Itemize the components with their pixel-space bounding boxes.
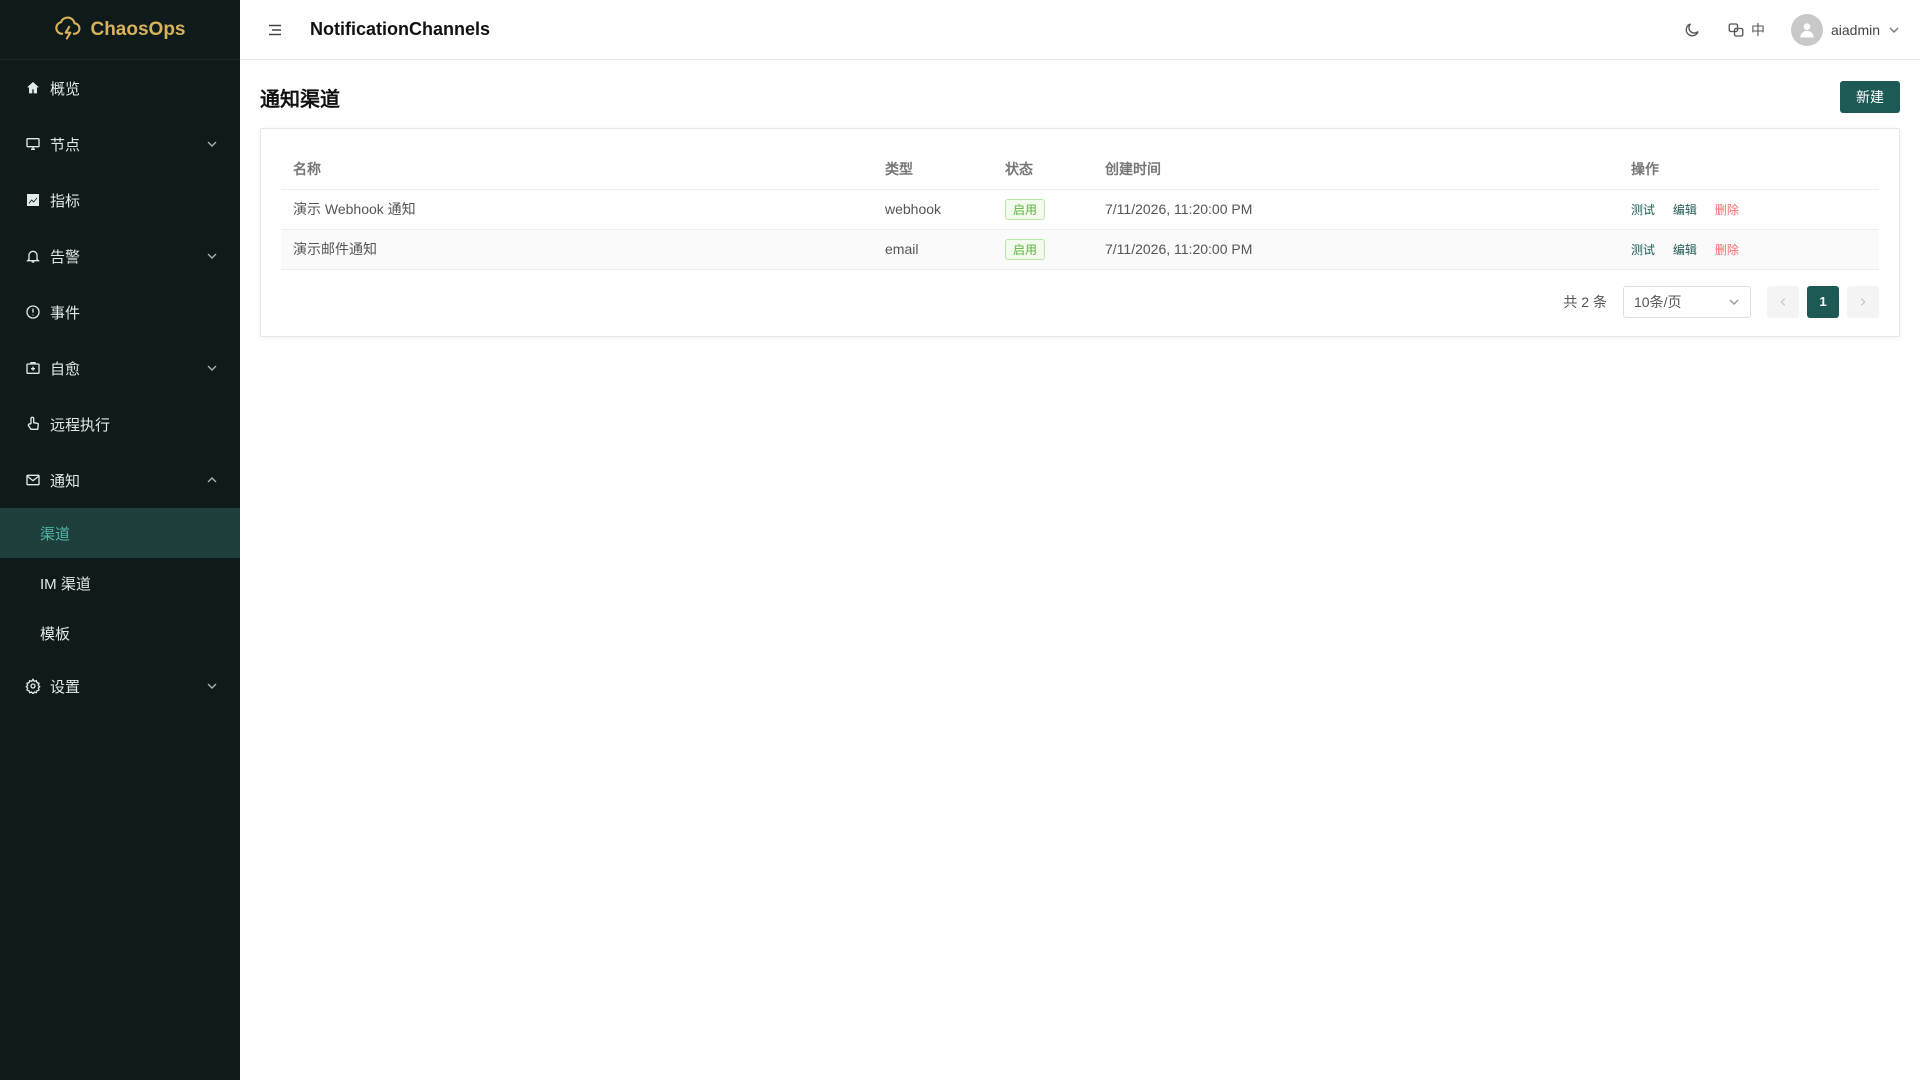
sidebar-item-alerts[interactable]: 告警: [0, 228, 240, 284]
chevron-down-icon: [207, 253, 217, 259]
route-title: NotificationChannels: [310, 19, 491, 39]
status-badge: 启用: [1005, 198, 1046, 220]
logo[interactable]: ChaosOps: [0, 0, 240, 60]
next-page-button[interactable]: [1847, 285, 1879, 318]
cell-status: 启用: [993, 189, 1093, 230]
chevron-down-icon: [207, 141, 217, 147]
channels-table: 名称 类型 状态 创建时间 操作 演示 Webhook 通知 webhook 启…: [281, 149, 1879, 270]
status-badge: 启用: [1005, 238, 1046, 260]
chevron-down-icon: [1729, 299, 1739, 305]
sidebar-item-label: 指标: [50, 192, 81, 210]
table-row: 演示 Webhook 通知 webhook 启用 7/11/2026, 11:2…: [281, 189, 1879, 230]
cell-actions: 测试 编辑 删除: [1619, 189, 1879, 230]
prev-page-button[interactable]: [1767, 285, 1799, 318]
test-link[interactable]: 测试: [1631, 243, 1655, 257]
column-header: 操作: [1619, 149, 1879, 190]
sidebar: ChaosOps 概览 节点 指标 告警 事件 自愈 远程执行 通知 渠道 IM…: [0, 0, 240, 1080]
bell-icon: [24, 247, 42, 265]
sidebar-item-remote-exec[interactable]: 远程执行: [0, 396, 240, 452]
cell-name: 演示 Webhook 通知: [281, 189, 873, 230]
chart-icon: [24, 191, 42, 209]
page-size-select[interactable]: 10条/页: [1623, 285, 1751, 318]
content: 通知渠道 新建 名称 类型 状态 创建时间 操作 演示 Webhook 通知 w…: [240, 60, 1920, 357]
avatar: [1790, 13, 1823, 46]
column-header: 状态: [993, 149, 1093, 190]
chevron-down-icon: [207, 683, 217, 689]
page-title: 通知渠道: [260, 88, 340, 111]
chevron-up-icon: [207, 477, 217, 483]
monitor-icon: [24, 135, 42, 153]
column-header: 名称: [281, 149, 873, 190]
medkit-icon: [24, 359, 42, 377]
edit-link[interactable]: 编辑: [1673, 203, 1697, 217]
cell-name: 演示邮件通知: [281, 229, 873, 270]
sidebar-item-label: 远程执行: [50, 416, 111, 434]
translate-icon: [1728, 22, 1744, 37]
main-area: NotificationChannels 中 aiadmin 通知渠道 新建 名…: [240, 0, 1920, 1080]
sidebar-subitem-channels[interactable]: 渠道: [0, 508, 240, 558]
chevron-down-icon: [1889, 27, 1899, 33]
chevron-right-icon: [1860, 297, 1866, 306]
sidebar-item-label: 事件: [50, 304, 81, 322]
edit-link[interactable]: 编辑: [1673, 243, 1697, 257]
sidebar-item-label: 概览: [50, 80, 81, 98]
pointer-icon: [24, 415, 42, 433]
sidebar-item-settings[interactable]: 设置: [0, 658, 240, 714]
app-name: ChaosOps: [90, 18, 186, 40]
language-label: 中: [1750, 21, 1765, 38]
table-card: 名称 类型 状态 创建时间 操作 演示 Webhook 通知 webhook 启…: [260, 128, 1900, 337]
user-menu[interactable]: aiadmin: [1790, 13, 1900, 46]
top-header: NotificationChannels 中 aiadmin: [240, 0, 1920, 60]
cell-created: 7/11/2026, 11:20:00 PM: [1093, 189, 1619, 230]
sidebar-item-self-heal[interactable]: 自愈: [0, 340, 240, 396]
theme-toggle-button[interactable]: [1683, 21, 1701, 39]
sidebar-item-events[interactable]: 事件: [0, 284, 240, 340]
sidebar-item-label: 告警: [50, 248, 81, 266]
menu-toggle-icon[interactable]: [264, 19, 286, 41]
mail-icon: [24, 471, 42, 489]
user-icon: [1800, 22, 1814, 37]
column-header: 创建时间: [1093, 149, 1619, 190]
language-switch-button[interactable]: 中: [1727, 20, 1765, 40]
table-header-row: 名称 类型 状态 创建时间 操作: [281, 149, 1879, 190]
cell-actions: 测试 编辑 删除: [1619, 229, 1879, 270]
chevron-down-icon: [207, 365, 217, 371]
sidebar-subitem-label: 模板: [40, 625, 71, 643]
page-number-button[interactable]: 1: [1807, 285, 1839, 318]
pagination: 共 2 条 10条/页 1: [281, 285, 1879, 318]
sidebar-item-label: 自愈: [50, 360, 81, 378]
home-icon: [24, 79, 42, 97]
page-size-value: 10条/页: [1634, 293, 1682, 310]
table-row: 演示邮件通知 email 启用 7/11/2026, 11:20:00 PM 测…: [281, 229, 1879, 270]
sidebar-item-label: 设置: [50, 678, 81, 696]
column-header: 类型: [873, 149, 993, 190]
sidebar-item-metrics[interactable]: 指标: [0, 172, 240, 228]
delete-link[interactable]: 删除: [1715, 243, 1739, 257]
sidebar-subitem-templates[interactable]: 模板: [0, 608, 240, 658]
sidebar-subitem-label: 渠道: [40, 525, 71, 543]
cell-status: 启用: [993, 229, 1093, 270]
cell-type: email: [873, 229, 993, 270]
test-link[interactable]: 测试: [1631, 203, 1655, 217]
page-buttons: 1: [1767, 285, 1879, 318]
delete-link[interactable]: 删除: [1715, 203, 1739, 217]
new-button[interactable]: 新建: [1840, 81, 1900, 113]
alert-circle-icon: [24, 303, 42, 321]
sidebar-subitem-label: IM 渠道: [40, 575, 91, 593]
sidebar-subitem-im-channels[interactable]: IM 渠道: [0, 558, 240, 608]
cell-type: webhook: [873, 189, 993, 230]
moon-icon: [1685, 22, 1699, 36]
sidebar-item-overview[interactable]: 概览: [0, 60, 240, 116]
gear-icon: [24, 677, 42, 695]
sidebar-item-notify[interactable]: 通知: [0, 452, 240, 508]
cell-created: 7/11/2026, 11:20:00 PM: [1093, 229, 1619, 270]
total-count: 共 2 条: [1563, 293, 1607, 310]
chevron-left-icon: [1780, 297, 1786, 306]
username: aiadmin: [1830, 21, 1880, 38]
page-head: 通知渠道 新建: [260, 80, 1900, 114]
sidebar-item-label: 节点: [50, 136, 81, 154]
sidebar-item-nodes[interactable]: 节点: [0, 116, 240, 172]
sidebar-item-label: 通知: [50, 472, 81, 490]
cloud-lightning-icon: [54, 14, 82, 45]
